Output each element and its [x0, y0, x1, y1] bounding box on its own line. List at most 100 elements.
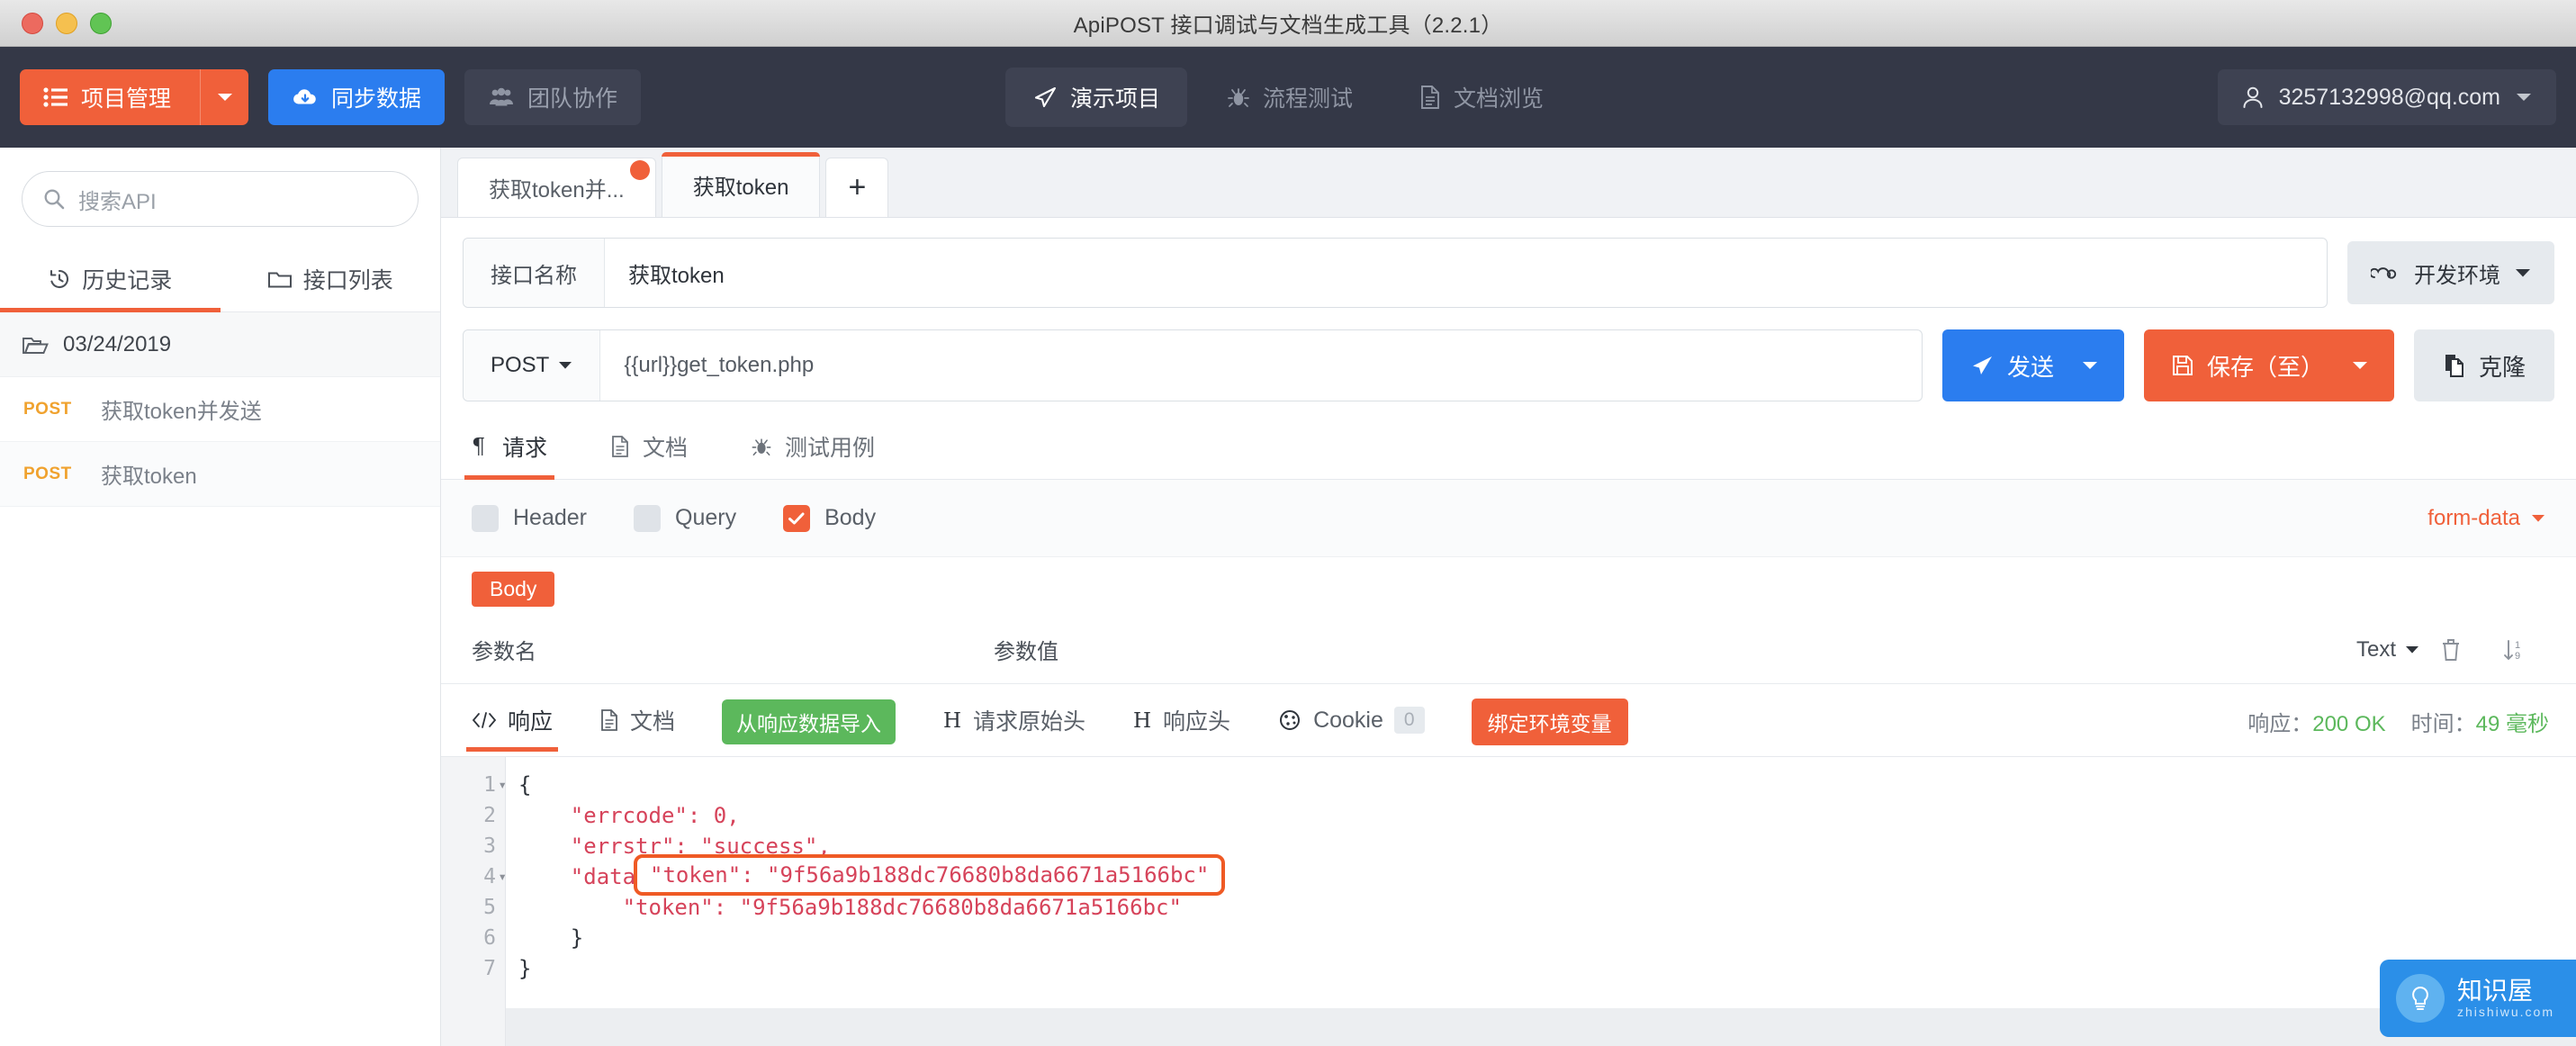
environment-label: 开发环境: [2414, 263, 2500, 288]
nav-item-doc-browse[interactable]: 文档浏览: [1392, 68, 1571, 127]
time-label: 时间：: [2410, 711, 2476, 736]
document-tab-1[interactable]: 获取token: [661, 152, 821, 217]
chevron-down-icon[interactable]: [2515, 92, 2533, 103]
sort-params-button[interactable]: 1 9: [2482, 637, 2545, 663]
project-manage-label: 项目管理: [81, 86, 172, 112]
bug-icon: [1227, 86, 1250, 109]
nav-item-flow-test-label: 流程测试: [1262, 86, 1354, 112]
request-tabs: ¶ 请求 文档 测试用例: [441, 414, 2576, 480]
editor-code-area[interactable]: { "errcode": 0, "errstr": "success", "da…: [506, 757, 2576, 1046]
top-navigation-bar: 项目管理 同步数据 团队协作 演示项目 流程测试 文档浏览 3257132998…: [0, 47, 2576, 148]
header-checkbox[interactable]: [472, 504, 499, 532]
add-tab-button[interactable]: +: [825, 158, 889, 217]
response-tab-response[interactable]: 响应: [465, 704, 559, 752]
request-tab-doc[interactable]: 文档: [610, 430, 688, 479]
raw-request-header-label: 请求原始头: [973, 709, 1086, 735]
response-tab-response-label: 响应: [508, 709, 554, 735]
api-name-input[interactable]: 获取token: [605, 239, 748, 307]
request-tab-request-label: 请求: [502, 436, 548, 461]
user-account-menu[interactable]: 3257132998@qq.com: [2217, 69, 2556, 125]
send-button[interactable]: 发送: [1941, 329, 2124, 401]
chevron-down-icon: [558, 361, 572, 370]
cloud-download-icon: [292, 86, 319, 108]
svg-text:H: H: [943, 709, 961, 732]
option-body[interactable]: Body: [783, 504, 876, 532]
save-dropdown-caret[interactable]: [2351, 360, 2394, 371]
document-tab-0-label: 获取token并...: [489, 178, 625, 203]
chevron-down-icon[interactable]: [200, 69, 248, 125]
history-folder-label: 03/24/2019: [63, 331, 172, 356]
svg-text:9: 9: [2515, 651, 2520, 662]
line-number: 2: [483, 804, 496, 827]
history-folder-row[interactable]: 03/24/2019: [0, 312, 440, 377]
chevron-down-icon: [2531, 514, 2545, 523]
sidebar-tab-api-list[interactable]: 接口列表: [221, 247, 441, 311]
option-query[interactable]: Query: [634, 504, 737, 532]
response-tab-response-header[interactable]: H 响应头: [1132, 704, 1230, 751]
code-line-1: {: [518, 772, 532, 798]
param-name-column-header: 参数名: [472, 640, 536, 664]
team-collab-button[interactable]: 团队协作: [464, 69, 642, 125]
document-tab-1-label: 获取token: [692, 176, 789, 200]
param-type-select[interactable]: Text: [2356, 637, 2419, 663]
response-tab-raw-request-header[interactable]: H 请求原始头: [942, 704, 1085, 751]
chevron-down-icon[interactable]: [2515, 268, 2531, 278]
body-badge-row: Body: [441, 557, 2576, 616]
token-highlight-annotation: "token": "9f56a9b188dc76680b8da6671a5166…: [634, 854, 1226, 896]
api-name-field[interactable]: 接口名称 获取token: [463, 238, 2328, 308]
paper-plane-icon: [1032, 86, 1058, 109]
send-button-label: 发送: [2006, 353, 2054, 381]
param-value-column-header: 参数值: [994, 640, 1058, 664]
sidebar-tab-history[interactable]: 历史记录: [0, 247, 221, 312]
request-tab-testcase[interactable]: 测试用例: [751, 430, 875, 479]
sync-data-button[interactable]: 同步数据: [268, 69, 446, 125]
cloud-icon: [2371, 263, 2400, 283]
paper-plane-icon: [1969, 354, 1995, 377]
paragraph-icon: ¶: [472, 435, 490, 458]
response-tabs: 响应 文档 从响应数据导入 H 请求原始头 H 响应头 Cookie 0 绑定环…: [441, 684, 2576, 757]
delete-params-button[interactable]: [2419, 637, 2482, 663]
nav-item-flow-test[interactable]: 流程测试: [1200, 68, 1380, 127]
sidebar-api-item-0[interactable]: POST 获取token并发送: [0, 377, 440, 442]
clone-button[interactable]: 克隆: [2413, 329, 2554, 401]
floating-watermark-widget[interactable]: 知识屋 zhishiwu.com: [2379, 960, 2576, 1037]
send-dropdown-caret[interactable]: [2081, 360, 2124, 371]
query-checkbox[interactable]: [634, 504, 661, 532]
line-number: 6: [483, 926, 496, 950]
save-button[interactable]: 保存（至）: [2143, 329, 2394, 401]
response-tab-doc-label: 文档: [630, 709, 676, 735]
environment-selector[interactable]: 开发环境: [2347, 241, 2554, 304]
code-icon: [472, 710, 497, 730]
document-icon: [1419, 85, 1441, 110]
url-input[interactable]: {{url}}get_token.php: [600, 330, 837, 401]
svg-text:H: H: [1133, 709, 1151, 732]
search-placeholder-label: 搜索API: [78, 189, 157, 214]
sync-data-label: 同步数据: [331, 86, 422, 112]
request-tab-request[interactable]: ¶ 请求: [464, 430, 555, 480]
sidebar-api-item-1[interactable]: POST 获取token: [0, 442, 440, 507]
bind-env-variable-button[interactable]: 绑定环境变量: [1471, 699, 1628, 745]
svg-text:1: 1: [2515, 640, 2520, 651]
request-options-row: Header Query Body form-data: [441, 480, 2576, 557]
response-tab-cookie[interactable]: Cookie 0: [1277, 707, 1425, 748]
option-query-label: Query: [675, 505, 737, 530]
request-tab-testcase-label: 测试用例: [785, 436, 876, 461]
project-manage-button[interactable]: 项目管理: [20, 69, 249, 125]
body-type-select[interactable]: form-data: [2427, 506, 2545, 531]
option-header[interactable]: Header: [472, 504, 587, 532]
http-method-select[interactable]: POST: [464, 330, 601, 401]
content-panel: 获取token并... 获取token + 接口名称 获取token 开发环境 …: [441, 148, 2576, 1046]
search-input[interactable]: 搜索API: [22, 171, 419, 227]
time-value: 49 毫秒: [2475, 711, 2549, 736]
body-checkbox[interactable]: [783, 504, 811, 532]
response-body-editor[interactable]: 1 ▾ 2 3 4 ▾ 5 6 7 { "errcode": 0, "errstr"…: [441, 757, 2576, 1046]
document-tab-0[interactable]: 获取token并...: [457, 158, 656, 217]
url-field[interactable]: POST {{url}}get_token.php: [463, 329, 1923, 401]
cookie-label: Cookie: [1313, 707, 1383, 733]
window-title: ApiPOST 接口调试与文档生成工具（2.2.1）: [1073, 14, 1503, 38]
folder-open-icon: [22, 334, 49, 356]
import-from-response-button[interactable]: 从响应数据导入: [722, 699, 896, 744]
nav-item-demo-project[interactable]: 演示项目: [1004, 68, 1187, 127]
response-tab-doc[interactable]: 文档: [599, 704, 675, 751]
copy-icon: [2443, 353, 2466, 378]
